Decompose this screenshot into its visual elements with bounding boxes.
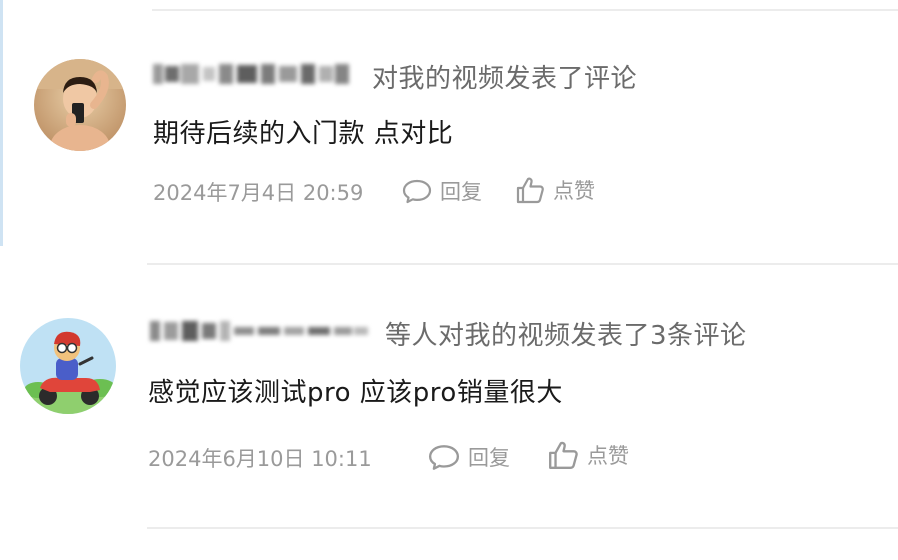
child-selfie-avatar-icon <box>34 59 126 151</box>
timestamp: 2024年6月10日 10:11 <box>148 447 372 471</box>
notification-action-text: 对我的视频发表了评论 <box>372 64 638 94</box>
username-blurred[interactable] <box>148 318 370 344</box>
notification-list: 对我的视频发表了评论 期待后续的入门款 点对比 2024年7月4日 20:59 … <box>0 0 898 560</box>
like-label: 点赞 <box>587 444 629 468</box>
reply-label: 回复 <box>440 180 482 204</box>
divider-top <box>152 9 898 11</box>
thumbs-up-icon <box>549 441 578 469</box>
like-button[interactable]: 点赞 <box>515 175 595 205</box>
left-accent-bar <box>0 0 3 246</box>
speech-bubble-icon <box>428 445 460 470</box>
comment-text[interactable]: 感觉应该测试pro 应该pro销量很大 <box>148 372 563 409</box>
reply-button[interactable]: 回复 <box>402 176 482 206</box>
like-button[interactable]: 点赞 <box>547 440 629 470</box>
speech-bubble-icon <box>402 179 432 204</box>
avatar[interactable] <box>20 318 116 414</box>
cartoon-scooter-avatar-icon <box>20 318 116 414</box>
reply-label: 回复 <box>468 446 510 470</box>
username-blurred[interactable] <box>151 61 351 87</box>
divider-middle <box>147 263 898 265</box>
reply-button[interactable]: 回复 <box>428 442 510 472</box>
divider-bottom <box>147 527 898 529</box>
comment-text[interactable]: 期待后续的入门款 点对比 <box>153 113 453 150</box>
avatar[interactable] <box>34 59 126 151</box>
like-label: 点赞 <box>553 179 595 203</box>
timestamp: 2024年7月4日 20:59 <box>153 181 364 205</box>
thumbs-up-icon <box>516 177 544 204</box>
notification-action-text: 等人对我的视频发表了3条评论 <box>385 321 747 351</box>
